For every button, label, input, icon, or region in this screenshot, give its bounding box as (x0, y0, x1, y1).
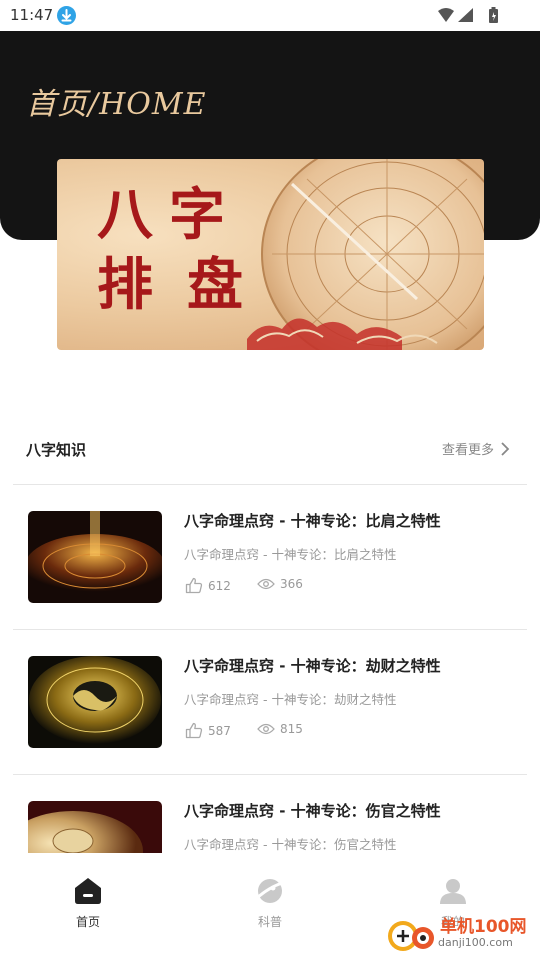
home-icon (75, 878, 101, 904)
status-icons (436, 6, 506, 25)
like-value: 612 (208, 578, 231, 593)
user-icon (440, 879, 466, 904)
like-count[interactable]: 612 (185, 577, 231, 594)
like-count[interactable]: 587 (185, 722, 231, 739)
article-item[interactable]: 八字命理点窍 - 十神专论：比肩之特性 八字命理点窍 - 十神专论：比肩之特性 … (0, 485, 540, 630)
more-link[interactable]: 查看更多 (442, 439, 510, 458)
banner-char: 八 (97, 182, 153, 248)
battery-icon (489, 7, 498, 23)
article-item[interactable]: 八字命理点窍 - 十神专论：伤官之特性 八字命理点窍 - 十神专论：伤官之特性 (0, 775, 540, 853)
watermark-logo: 单机100网 danji100.com (386, 912, 536, 956)
banner-char: 盘 (187, 252, 243, 318)
view-count: 366 (257, 577, 303, 591)
article-title: 八字命理点窍 - 十神专论：伤官之特性 (184, 802, 441, 820)
banner-char: 排 (97, 252, 153, 318)
wifi-icon (438, 8, 454, 22)
banner[interactable]: 八 字 排 盘 (57, 159, 484, 350)
thumbs-up-icon (185, 722, 203, 739)
article-thumbnail (28, 511, 162, 603)
article-thumbnail (28, 801, 162, 853)
article-thumbnail (28, 656, 162, 748)
banner-char: 字 (169, 182, 225, 248)
nav-label: 首页 (75, 915, 100, 929)
article-item[interactable]: 八字命理点窍 - 十神专论：劫财之特性 八字命理点窍 - 十神专论：劫财之特性 … (0, 630, 540, 775)
status-bar: 11:47 (0, 0, 540, 31)
more-label: 查看更多 (441, 443, 494, 458)
view-value: 366 (280, 577, 303, 591)
view-value: 815 (280, 722, 303, 736)
bottom-nav: 首页 科普 我的 单机100网 danji100.com (0, 853, 540, 960)
watermark-text: 单机100网 (440, 917, 527, 937)
nav-label: 科普 (257, 915, 282, 929)
page-title: 首页/HOME (26, 87, 207, 122)
section-title: 八字知识 (26, 441, 87, 459)
article-title: 八字命理点窍 - 十神专论：比肩之特性 (184, 512, 441, 530)
eye-icon (257, 723, 275, 735)
planet-icon (257, 879, 283, 903)
download-icon (57, 6, 76, 25)
nav-science[interactable]: 科普 (220, 877, 320, 930)
article-subtitle: 八字命理点窍 - 十神专论：伤官之特性 (184, 837, 397, 852)
status-time: 11:47 (10, 6, 54, 24)
view-count: 815 (257, 722, 303, 736)
article-subtitle: 八字命理点窍 - 十神专论：比肩之特性 (184, 547, 397, 562)
like-value: 587 (208, 723, 231, 738)
signal-icon (458, 8, 473, 22)
thumbs-up-icon (185, 577, 203, 594)
eye-icon (257, 578, 275, 590)
article-subtitle: 八字命理点窍 - 十神专论：劫财之特性 (184, 692, 397, 707)
watermark-url: danji100.com (438, 936, 513, 949)
nav-home[interactable]: 首页 (38, 877, 138, 930)
article-title: 八字命理点窍 - 十神专论：劫财之特性 (184, 657, 441, 675)
chevron-right-icon (501, 441, 510, 456)
watermark-icon (388, 921, 434, 951)
